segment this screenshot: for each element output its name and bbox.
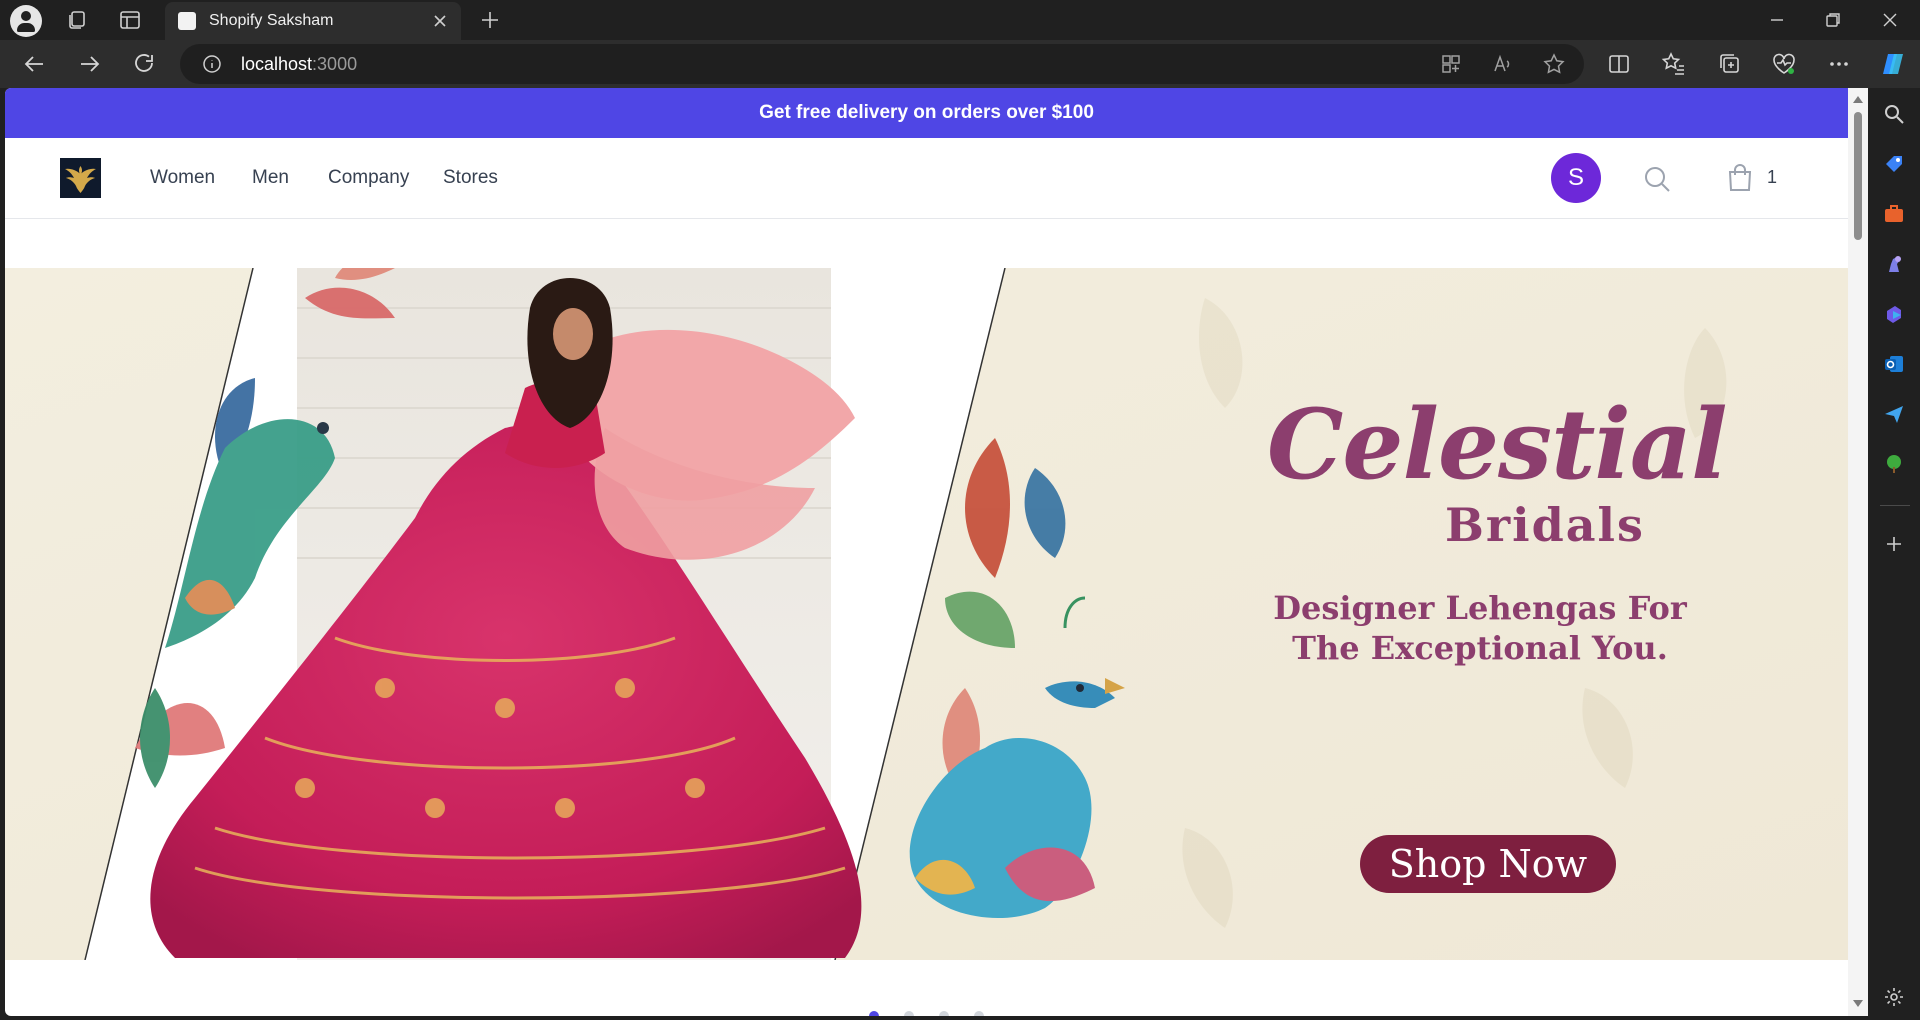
cart-count: 1 bbox=[1767, 167, 1778, 187]
shop-now-button[interactable]: Shop Now bbox=[1360, 835, 1616, 893]
close-window-icon[interactable] bbox=[1878, 8, 1902, 32]
edge-sidebar bbox=[1868, 88, 1920, 1020]
send-icon[interactable] bbox=[1883, 403, 1905, 425]
page-viewport: Get free delivery on orders over $100 Wo… bbox=[5, 88, 1848, 1016]
add-sidebar-app-icon[interactable] bbox=[1883, 533, 1905, 555]
collections-icon[interactable] bbox=[1717, 51, 1743, 77]
close-tab-icon[interactable] bbox=[431, 12, 449, 30]
hero-carousel[interactable]: Celestial Bridals Designer Lehengas For … bbox=[5, 268, 1848, 960]
shopping-bag-icon[interactable] bbox=[1726, 163, 1754, 193]
workspaces-icon[interactable] bbox=[65, 8, 89, 32]
shopping-tag-icon[interactable] bbox=[1883, 153, 1905, 175]
user-avatar[interactable]: S bbox=[1551, 153, 1601, 203]
promo-banner: Get free delivery on orders over $100 bbox=[5, 88, 1848, 138]
search-icon[interactable] bbox=[1642, 164, 1672, 194]
scroll-down-icon[interactable] bbox=[1853, 1000, 1863, 1007]
minimize-icon[interactable] bbox=[1765, 8, 1789, 32]
tree-icon[interactable] bbox=[1883, 453, 1905, 475]
games-chess-icon[interactable] bbox=[1883, 253, 1905, 275]
read-aloud-icon[interactable] bbox=[1492, 53, 1514, 75]
page-favicon-icon bbox=[178, 12, 196, 30]
nav-women[interactable]: Women bbox=[150, 167, 215, 189]
copilot-icon[interactable] bbox=[1880, 51, 1906, 77]
brand-logo[interactable] bbox=[60, 158, 101, 198]
active-tab[interactable]: Shopify Saksham bbox=[165, 2, 461, 40]
sidebar-search-icon[interactable] bbox=[1883, 103, 1905, 125]
carousel-dot-2[interactable] bbox=[904, 1011, 914, 1016]
app-install-icon[interactable] bbox=[1440, 53, 1462, 75]
forward-icon[interactable] bbox=[75, 50, 103, 78]
sidebar-divider bbox=[1880, 505, 1910, 506]
carousel-dot-1[interactable] bbox=[869, 1011, 879, 1016]
browser-titlebar: Shopify Saksham bbox=[0, 0, 1920, 40]
hero-tagline: Designer Lehengas For The Exceptional Yo… bbox=[1273, 589, 1687, 667]
scroll-up-icon[interactable] bbox=[1853, 96, 1863, 103]
outlook-icon[interactable] bbox=[1883, 353, 1905, 375]
nav-company[interactable]: Company bbox=[328, 167, 409, 189]
address-bar[interactable]: localhost:3000 bbox=[180, 44, 1584, 84]
new-tab-icon[interactable] bbox=[478, 8, 502, 32]
more-options-icon[interactable] bbox=[1826, 51, 1852, 77]
phoenix-logo-icon bbox=[65, 166, 96, 193]
restore-icon[interactable] bbox=[1821, 8, 1845, 32]
site-header: Women Men Company Stores S 1 bbox=[5, 138, 1848, 219]
hero-brand-subtitle: Bridals bbox=[1445, 498, 1645, 552]
browser-essentials-icon[interactable] bbox=[1771, 51, 1797, 77]
microsoft-365-icon[interactable] bbox=[1883, 303, 1905, 325]
refresh-icon[interactable] bbox=[130, 50, 158, 78]
split-screen-icon[interactable] bbox=[1606, 51, 1632, 77]
url-text: localhost:3000 bbox=[241, 54, 358, 74]
favorites-icon[interactable] bbox=[1661, 51, 1687, 77]
favorite-star-icon[interactable] bbox=[1543, 53, 1565, 75]
hero-brand-title: Celestial bbox=[1267, 388, 1728, 501]
sidebar-settings-icon[interactable] bbox=[1883, 986, 1905, 1008]
tools-briefcase-icon[interactable] bbox=[1883, 203, 1905, 225]
back-icon[interactable] bbox=[21, 50, 49, 78]
profile-icon[interactable] bbox=[10, 5, 42, 37]
carousel-dot-4[interactable] bbox=[974, 1011, 984, 1016]
browser-toolbar: localhost:3000 bbox=[0, 40, 1920, 88]
site-info-icon[interactable] bbox=[202, 54, 222, 74]
tab-actions-icon[interactable] bbox=[118, 8, 142, 32]
page-scrollbar[interactable] bbox=[1848, 88, 1868, 1016]
scroll-thumb[interactable] bbox=[1854, 112, 1862, 240]
tab-title: Shopify Saksham bbox=[209, 12, 334, 29]
carousel-dot-3[interactable] bbox=[939, 1011, 949, 1016]
nav-stores[interactable]: Stores bbox=[443, 167, 498, 189]
nav-men[interactable]: Men bbox=[252, 167, 289, 189]
